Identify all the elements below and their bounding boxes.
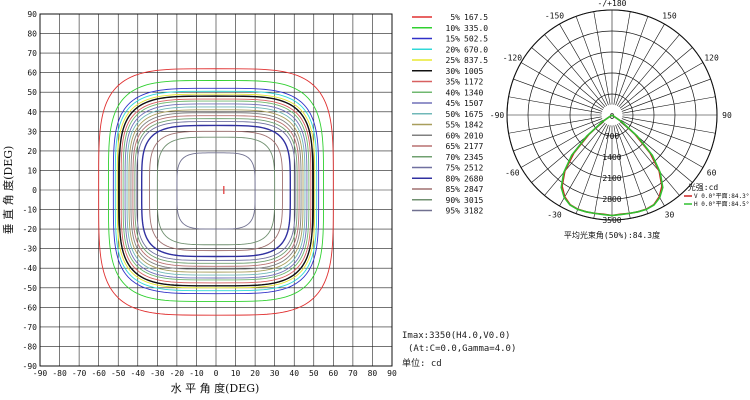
polar-angle-label: 120	[704, 54, 719, 63]
polar-spoke	[622, 116, 716, 134]
polar-angle-label: -90	[490, 111, 505, 120]
polar-ring-label: 3500	[602, 216, 621, 225]
polar-legend-title: 光强:cd	[688, 182, 719, 192]
polar-ring-label: 700	[605, 132, 620, 141]
polar-angle-label: 60	[707, 169, 717, 178]
polar-intensity-chart: -/+180 -150 150 -120 120 -90 90 -60 60 -30 30 700 14…	[490, 0, 750, 240]
polar-angle-label: -30	[547, 211, 562, 220]
polar-angle-label: 90	[722, 111, 732, 120]
polar-spoke	[613, 11, 631, 105]
polar-ring-label: 2100	[602, 174, 621, 183]
polar-top-label: -/+180	[598, 0, 627, 8]
polar-angle-label: 30	[665, 211, 675, 220]
polar-angle-label: -60	[505, 169, 520, 178]
unit-text: 单位: cd	[402, 359, 442, 369]
polar-legend-label: H 0.0°平面:84.5°	[694, 201, 749, 208]
params-text: (At:C=0.0,Gamma=4.0)	[408, 344, 517, 354]
polar-spoke	[622, 96, 716, 114]
photometric-report: -90 -80 -70 -60 -50 -40 -30 -20 -10 0 10 20 30 40 50 60…	[0, 0, 750, 400]
polar-ring-label: 1400	[602, 153, 621, 162]
polar-angle-label: 150	[662, 11, 677, 20]
polar-ring-label: 2800	[602, 195, 621, 204]
polar-legend-label: V 0.0°平面:84.3°	[694, 193, 749, 200]
polar-spoke	[508, 116, 602, 134]
polar-legend: 光强:cdV 0.0°平面:84.3°H 0.0°平面:84.5°	[684, 182, 749, 208]
polar-spoke	[593, 11, 611, 105]
imax-text: Imax:3350(H4.0,V0.0)	[402, 331, 511, 341]
polar-angle-label: -150	[545, 11, 564, 20]
beam-angle-caption: 平均光束角(50%):84.3度	[564, 230, 660, 240]
polar-spoke	[508, 96, 602, 114]
polar-angle-label: -120	[503, 54, 522, 63]
